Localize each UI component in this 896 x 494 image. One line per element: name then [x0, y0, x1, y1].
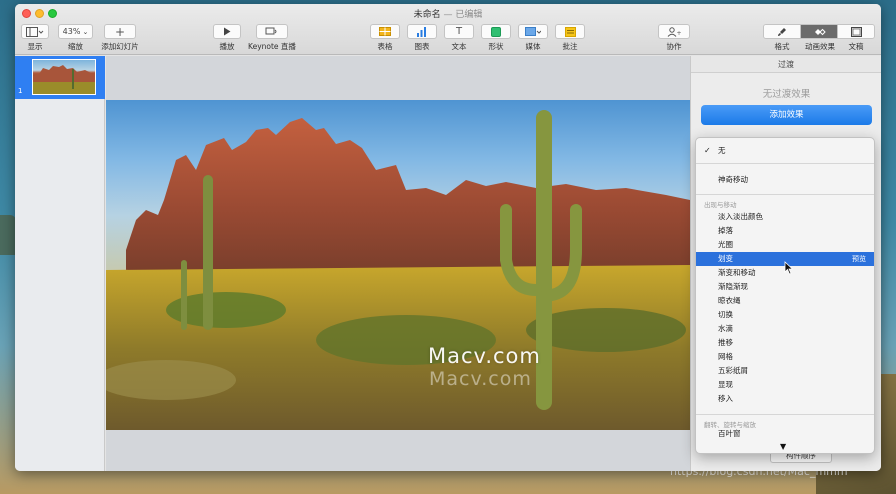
document-tab[interactable]	[838, 25, 874, 38]
window-title: 未命名 — 已编辑	[15, 7, 881, 20]
effects-menu: ✓ 无 神奇移动 出现与移动 淡入淡出颜色 掉落 光圈 划变 预览 渐变和移动 …	[695, 137, 875, 454]
menu-separator	[696, 194, 874, 195]
zoom-value: 43%	[62, 27, 81, 36]
svg-text:+: +	[677, 30, 682, 37]
slide-watermark: Macv.com	[428, 344, 541, 368]
text-label: 文本	[451, 42, 467, 51]
paintbrush-icon	[778, 27, 786, 36]
menu-item[interactable]: 五彩纸屑	[696, 364, 874, 378]
menu-item-magic-move[interactable]: 神奇移动	[696, 173, 874, 187]
scroll-down-arrow-icon[interactable]: ▼	[780, 442, 786, 451]
menu-item[interactable]: 显现	[696, 378, 874, 392]
slide[interactable]: Macv.com Macv.com	[106, 100, 690, 430]
media-button[interactable]	[518, 24, 548, 39]
format-label: 格式	[774, 42, 790, 51]
zoom-select[interactable]: 43% ⌄	[58, 24, 93, 39]
play-icon	[224, 27, 231, 36]
keynote-live-button[interactable]	[256, 24, 288, 39]
inspector-segmented-control	[763, 24, 875, 39]
media-label: 媒体	[525, 42, 541, 51]
text-button[interactable]: T	[444, 24, 474, 39]
plus-icon: +	[114, 24, 126, 39]
transition-tab[interactable]: 过渡	[691, 56, 881, 73]
collaborate-icon: +	[667, 26, 682, 37]
menu-section-header: 出现与移动	[704, 201, 737, 209]
view-button[interactable]	[21, 24, 49, 39]
animate-tab[interactable]	[801, 25, 838, 38]
slide-canvas: Macv.com Macv.com	[106, 56, 690, 471]
menu-item-label: 划变	[718, 254, 733, 263]
slide-thumbnail-row-selected[interactable]: 1	[15, 56, 105, 99]
menu-item[interactable]: 网格	[696, 350, 874, 364]
no-transition-text: 无过渡效果	[762, 89, 811, 100]
toolbar: 未命名 — 已编辑 显示 43% ⌄ 缩放 + 添加幻灯片 播放 Keynote…	[15, 4, 881, 55]
menu-item[interactable]: 淡入淡出颜色	[696, 210, 874, 224]
add-effect-button[interactable]: 添加效果	[701, 105, 872, 125]
comment-label: 批注	[562, 42, 578, 51]
mouse-cursor-icon	[784, 261, 794, 275]
menu-item[interactable]: 晾衣绳	[696, 294, 874, 308]
slide-navigator: 1	[15, 56, 105, 471]
media-icon	[525, 26, 541, 36]
menu-item[interactable]: 光圈	[696, 238, 874, 252]
slide-number: 1	[18, 87, 23, 95]
keynote-live-icon	[265, 27, 277, 35]
menu-item[interactable]: 掉落	[696, 224, 874, 238]
add-slide-button[interactable]: +	[104, 24, 136, 39]
play-label: 播放	[219, 42, 235, 51]
chevron-down-icon: ⌄	[82, 27, 89, 36]
animate-label: 动画效果	[805, 42, 835, 51]
thumbnail-landscape-image	[33, 65, 95, 94]
chart-label: 图表	[414, 42, 430, 51]
document-label: 文稿	[848, 42, 864, 51]
menu-item[interactable]: 切换	[696, 308, 874, 322]
checkmark-icon: ✓	[704, 146, 711, 155]
chart-button[interactable]	[407, 24, 437, 39]
desktop-background	[0, 215, 16, 255]
text-icon: T	[455, 26, 463, 37]
shape-label: 形状	[488, 42, 504, 51]
shape-icon	[491, 26, 501, 37]
menu-item-none[interactable]: ✓ 无	[696, 144, 874, 158]
collaborate-button[interactable]: +	[658, 24, 690, 39]
menu-item[interactable]: 渐隐渐现	[696, 280, 874, 294]
menu-separator	[696, 163, 874, 164]
menu-item-partial[interactable]: 百叶窗	[696, 429, 874, 439]
zoom-label: 缩放	[68, 42, 83, 51]
comment-button[interactable]	[555, 24, 585, 39]
menu-section-header: 翻转、旋转与缩放	[704, 421, 756, 429]
sidebar-view-icon	[26, 26, 44, 37]
table-label: 表格	[377, 42, 393, 51]
slide-watermark-reflection: Macv.com	[429, 368, 532, 390]
table-icon	[379, 27, 391, 36]
keynote-live-label: Keynote 直播	[248, 42, 296, 51]
animate-diamond-icon	[815, 28, 826, 35]
collaborate-label: 协作	[666, 42, 682, 51]
table-button[interactable]	[370, 24, 400, 39]
comment-icon	[564, 26, 576, 37]
menu-separator	[696, 414, 874, 415]
menu-item[interactable]: 推移	[696, 336, 874, 350]
document-icon	[850, 26, 862, 37]
format-tab[interactable]	[764, 25, 801, 38]
menu-item[interactable]: 移入	[696, 392, 874, 406]
menu-item-label: 无	[718, 146, 726, 155]
edit-status: — 已编辑	[443, 10, 483, 20]
shape-button[interactable]	[481, 24, 511, 39]
preview-label[interactable]: 预览	[852, 252, 866, 266]
landscape-photo	[106, 110, 690, 430]
slide-thumbnail[interactable]	[32, 59, 96, 95]
add-slide-label: 添加幻灯片	[101, 42, 139, 51]
play-button[interactable]	[213, 24, 241, 39]
chart-icon	[417, 26, 426, 37]
menu-item[interactable]: 水滴	[696, 322, 874, 336]
document-name: 未命名	[413, 10, 441, 20]
view-label: 显示	[27, 42, 43, 51]
